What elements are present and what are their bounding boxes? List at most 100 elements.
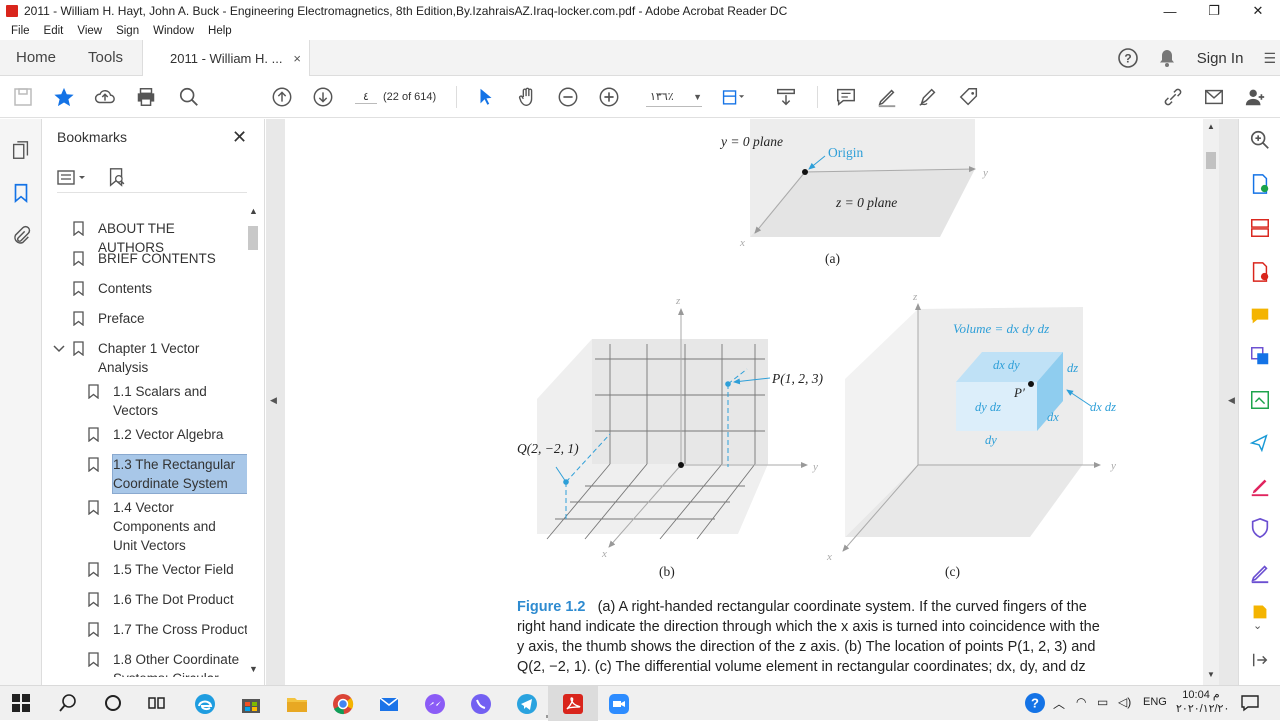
- zoom-meetings-icon[interactable]: [607, 692, 631, 716]
- select-cursor-icon[interactable]: [474, 85, 498, 109]
- action-center-icon[interactable]: [1240, 694, 1260, 712]
- windows-start-icon[interactable]: [12, 694, 30, 712]
- menu-window[interactable]: Window: [146, 25, 201, 37]
- page-thumbnails-icon[interactable]: [10, 139, 32, 161]
- battery-icon[interactable]: ▭: [1097, 695, 1108, 709]
- edit-pdf-icon[interactable]: [1249, 389, 1271, 411]
- bookmark-preface[interactable]: Preface: [73, 309, 243, 328]
- notification-bell-icon[interactable]: [1157, 48, 1177, 68]
- bookmark-contents[interactable]: Contents: [73, 279, 243, 298]
- bookmark-1-6[interactable]: 1.6 The Dot Product: [88, 590, 247, 609]
- document-viewport[interactable]: ◀ y = 0 plane Origin z = 0 plane y x (a): [266, 119, 1238, 685]
- draw-sign-icon[interactable]: [916, 85, 940, 109]
- comment-tool-icon[interactable]: [1249, 305, 1271, 327]
- telegram-icon[interactable]: [515, 692, 539, 716]
- help-icon[interactable]: ?: [1117, 47, 1139, 69]
- acrobat-reader-icon[interactable]: [561, 692, 585, 716]
- zoom-out-icon[interactable]: [556, 85, 580, 109]
- restore-button[interactable]: ❐: [1192, 0, 1236, 22]
- help-tray-icon[interactable]: ?: [1024, 692, 1046, 714]
- bookmark-1-4[interactable]: 1.4 Vector Components and Unit Vectors: [88, 498, 228, 555]
- bookmark-1-2[interactable]: 1.2 Vector Algebra: [88, 425, 247, 444]
- attachment-icon[interactable]: [10, 225, 32, 247]
- edge-browser-icon[interactable]: [193, 692, 217, 716]
- clock[interactable]: 10:04 م ٢٠٢٠/١٢/٢٠: [1176, 688, 1229, 716]
- next-page-icon[interactable]: [311, 85, 335, 109]
- close-tab-icon[interactable]: ×: [293, 51, 301, 66]
- menu-edit[interactable]: Edit: [37, 25, 71, 37]
- bookmark-1-5[interactable]: 1.5 The Vector Field: [88, 560, 247, 579]
- bookmark-brief-contents[interactable]: BRIEF CONTENTS: [73, 249, 243, 268]
- bookmark-scrollbar[interactable]: ▲ ▼: [246, 204, 260, 679]
- mail-icon[interactable]: [377, 692, 401, 716]
- tab-tools[interactable]: Tools: [72, 49, 139, 66]
- zoom-level-select[interactable]: ١٣٦٪ ▼: [646, 87, 702, 107]
- search-icon[interactable]: [177, 85, 201, 109]
- tray-chevron-up-icon[interactable]: ︿: [1053, 695, 1065, 712]
- organize-pages-icon[interactable]: [1249, 217, 1271, 239]
- more-tools-icon[interactable]: [1249, 603, 1271, 619]
- email-icon[interactable]: [1202, 85, 1226, 109]
- send-for-review-icon[interactable]: [1249, 432, 1271, 454]
- fill-sign-icon[interactable]: [1249, 475, 1271, 497]
- store-icon[interactable]: [239, 692, 263, 716]
- menu-help[interactable]: Help: [201, 25, 239, 37]
- certificate-pen-icon[interactable]: [1249, 562, 1271, 584]
- comment-icon[interactable]: [834, 85, 858, 109]
- protect-shield-icon[interactable]: [1249, 517, 1271, 539]
- messenger-icon[interactable]: [423, 692, 447, 716]
- bookmark-1-7[interactable]: 1.7 The Cross Product: [88, 620, 247, 639]
- task-view-icon[interactable]: [147, 693, 167, 713]
- tab-document[interactable]: 2011 - William H. ... ×: [142, 40, 310, 77]
- page-number-input[interactable]: ٤: [355, 90, 377, 104]
- tag-stamp-icon[interactable]: [957, 85, 981, 109]
- page-number-field[interactable]: ٤ (22 of 614): [355, 87, 443, 107]
- viber-icon[interactable]: [469, 692, 493, 716]
- menu-file[interactable]: File: [4, 25, 37, 37]
- more-menu-icon[interactable]: ☰: [1263, 50, 1276, 67]
- star-icon[interactable]: [52, 85, 76, 109]
- taskbar-search-icon[interactable]: [58, 693, 78, 713]
- search-zoom-icon[interactable]: [1249, 129, 1271, 151]
- combine-files-icon[interactable]: [1249, 345, 1271, 367]
- menu-view[interactable]: View: [70, 25, 109, 37]
- collapse-tools-icon[interactable]: [1251, 651, 1269, 669]
- create-pdf-icon[interactable]: [1249, 261, 1271, 283]
- export-pdf-icon[interactable]: [1249, 173, 1271, 195]
- chevron-down-icon[interactable]: ⌄: [1253, 619, 1262, 632]
- minimize-button[interactable]: —: [1148, 0, 1192, 22]
- bookmark-options-icon[interactable]: [57, 168, 89, 188]
- share-link-icon[interactable]: [1161, 85, 1185, 109]
- wifi-icon[interactable]: ◠: [1076, 695, 1086, 709]
- menu-sign[interactable]: Sign: [109, 25, 146, 37]
- tab-home[interactable]: Home: [0, 49, 72, 66]
- collapse-left-arrow-icon[interactable]: ◀: [270, 395, 277, 406]
- save-icon[interactable]: [11, 85, 35, 109]
- find-bookmark-icon[interactable]: [106, 166, 128, 188]
- volume-icon[interactable]: ◁): [1118, 695, 1131, 709]
- previous-page-icon[interactable]: [270, 85, 294, 109]
- upload-cloud-icon[interactable]: [93, 85, 117, 109]
- scroll-mode-icon[interactable]: [774, 85, 798, 109]
- bookmark-chapter-1[interactable]: Chapter 1 Vector Analysis: [73, 339, 213, 377]
- cortana-icon[interactable]: [103, 693, 123, 713]
- print-icon[interactable]: [134, 85, 158, 109]
- collapse-right-arrow-icon[interactable]: ◀: [1228, 395, 1235, 406]
- file-explorer-icon[interactable]: [285, 692, 309, 716]
- close-window-button[interactable]: ✕: [1236, 0, 1280, 22]
- highlight-pen-icon[interactable]: [875, 85, 899, 109]
- add-user-icon[interactable]: [1243, 85, 1267, 109]
- close-panel-icon[interactable]: ✕: [232, 127, 247, 148]
- bookmark-panel-icon[interactable]: [10, 182, 32, 204]
- zoom-in-icon[interactable]: [597, 85, 621, 109]
- bookmark-1-3-selected[interactable]: 1.3 The Rectangular Coordinate System: [88, 454, 247, 494]
- input-language[interactable]: ENG: [1143, 696, 1167, 708]
- fit-page-icon[interactable]: [721, 85, 745, 109]
- bookmark-1-8[interactable]: 1.8 Other Coordinate Systems: Circular: [88, 650, 247, 677]
- bookmark-1-1[interactable]: 1.1 Scalars and Vectors: [88, 382, 213, 420]
- chrome-browser-icon[interactable]: [331, 692, 355, 716]
- sign-in-button[interactable]: Sign In: [1197, 50, 1244, 67]
- chevron-down-icon[interactable]: [53, 344, 65, 354]
- hand-tool-icon[interactable]: [515, 85, 539, 109]
- document-scrollbar[interactable]: ▲ ▼: [1203, 119, 1219, 685]
